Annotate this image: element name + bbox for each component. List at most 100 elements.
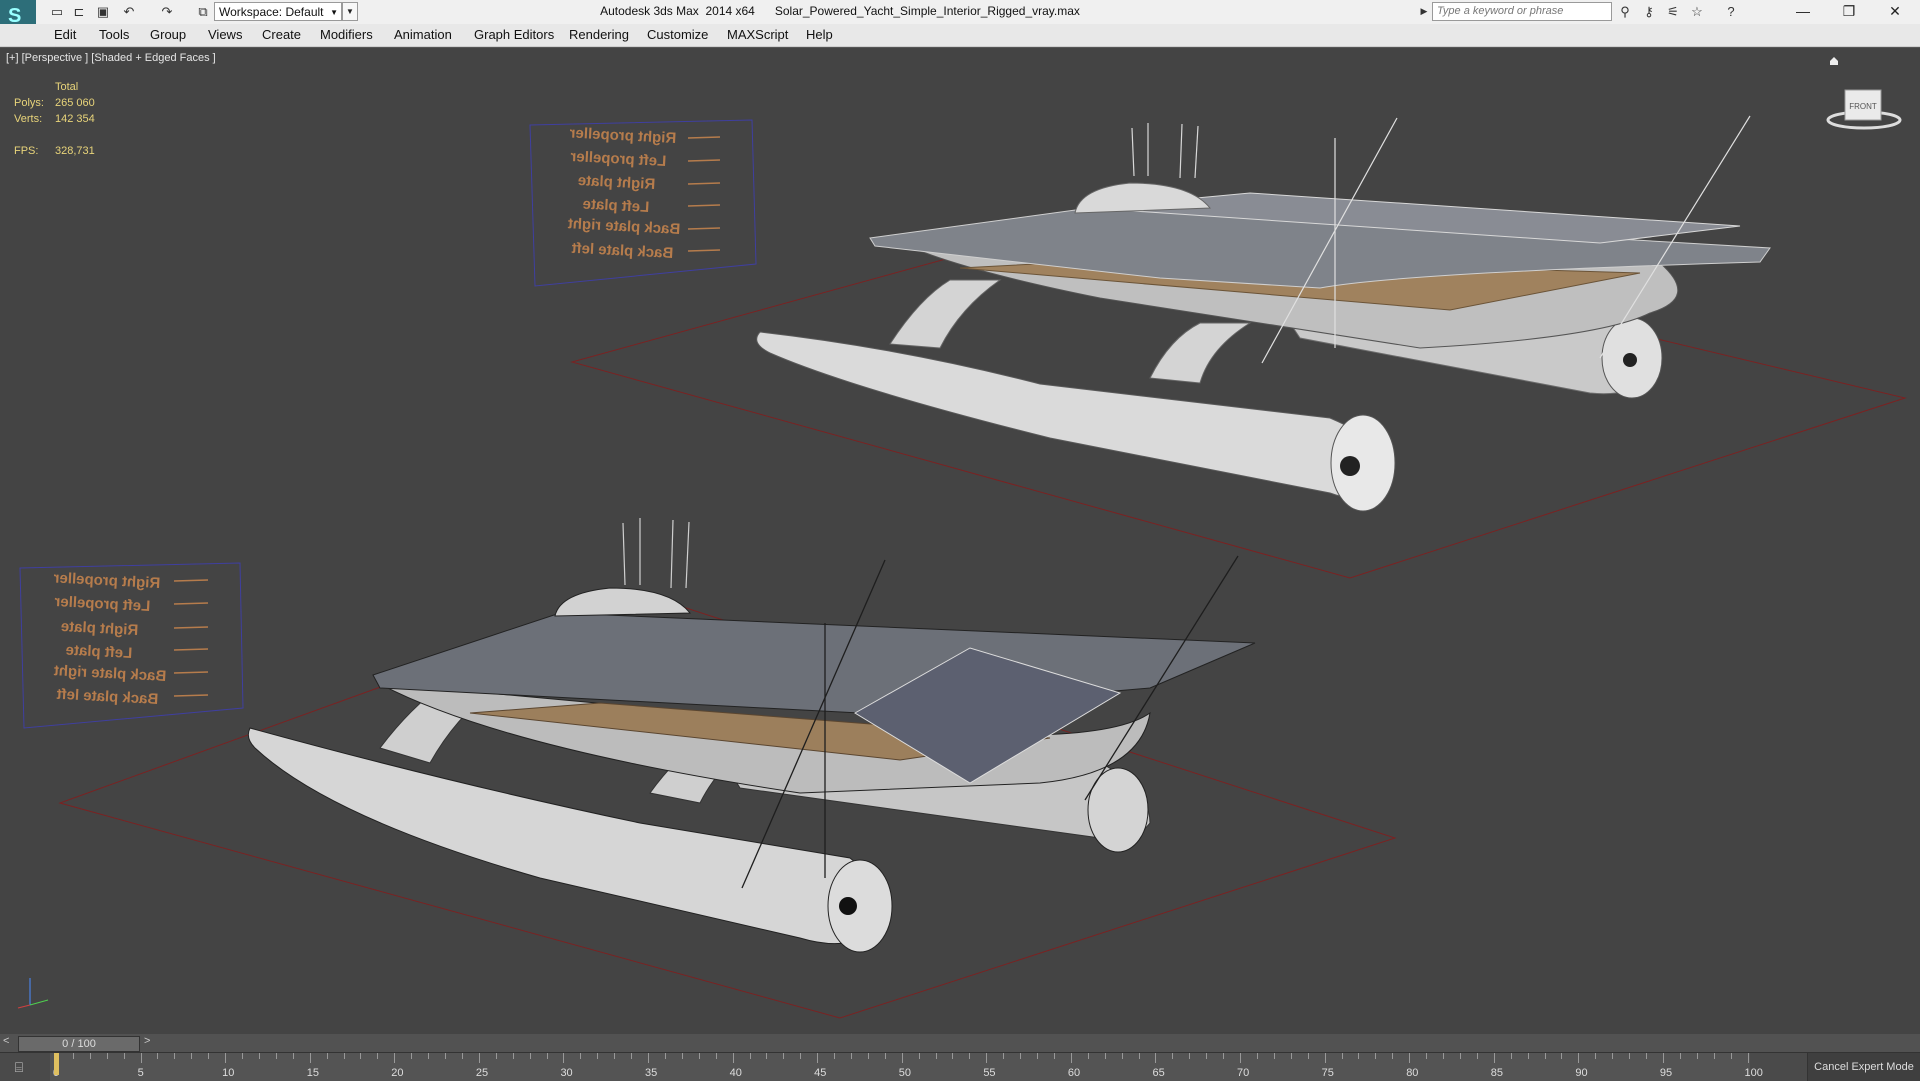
menu-help[interactable]: Help — [806, 27, 833, 42]
next-frame-button[interactable]: > — [144, 1035, 150, 1047]
search-expand-icon[interactable]: ▶ — [1418, 2, 1430, 21]
track-tick — [428, 1053, 430, 1059]
track-tick — [1375, 1053, 1377, 1059]
legend-bottom-item: Right propeller — [53, 569, 161, 592]
viewcube[interactable]: FRONT — [1826, 89, 1902, 130]
track-bar-area[interactable]: 0510152025303540455055606570758085909510… — [50, 1053, 1763, 1081]
close-button[interactable]: ✕ — [1872, 0, 1918, 23]
menu-customize[interactable]: Customize — [647, 27, 708, 42]
track-tick — [106, 1053, 108, 1059]
menu-create[interactable]: Create — [262, 27, 301, 42]
track-tick-label: 80 — [1406, 1067, 1419, 1079]
rig-legend-bottom[interactable]: Right propeller Left propeller Right pla… — [19, 562, 244, 729]
track-tick — [1629, 1053, 1631, 1059]
track-tick — [749, 1053, 751, 1059]
hull-front — [756, 331, 1392, 499]
track-tick — [1037, 1053, 1039, 1059]
antenna-masts — [622, 518, 690, 589]
track-tick — [1493, 1053, 1495, 1063]
track-tick-label: 60 — [1067, 1067, 1081, 1079]
menu-rendering[interactable]: Rendering — [569, 27, 629, 42]
yacht-model-wireframe[interactable] — [247, 518, 1256, 953]
track-tick — [1696, 1053, 1698, 1059]
track-tick — [1595, 1053, 1597, 1059]
track-tick — [1612, 1053, 1614, 1059]
track-tick — [783, 1053, 785, 1059]
track-tick — [495, 1053, 497, 1059]
track-tick — [258, 1053, 260, 1059]
perspective-viewport[interactable]: [+] [Perspective ] [Shaded + Edged Faces… — [0, 47, 1920, 1035]
legend-top-controls — [687, 136, 721, 252]
track-tick — [1713, 1053, 1715, 1059]
track-tick-label: 65 — [1152, 1067, 1165, 1079]
menu-views[interactable]: Views — [208, 27, 242, 42]
propeller-front — [839, 897, 857, 915]
track-tick — [309, 1053, 311, 1063]
track-tick — [191, 1053, 193, 1059]
scene-canvas[interactable]: Right propeller Left propeller Right pla… — [0, 48, 1920, 1035]
track-tick — [817, 1053, 819, 1063]
time-slider[interactable]: 0 / 100 — [18, 1036, 140, 1052]
current-frame-marker[interactable] — [54, 1053, 59, 1075]
track-tick — [1104, 1053, 1106, 1059]
menu-animation[interactable]: Animation — [394, 27, 452, 42]
track-tick — [411, 1053, 413, 1059]
menu-edit[interactable]: Edit — [54, 27, 76, 42]
previous-frame-button[interactable]: < — [3, 1035, 9, 1047]
track-tick-label: 10 — [222, 1067, 235, 1079]
menu-bar: Edit Tools Group Views Create Modifiers … — [0, 24, 1920, 47]
minimize-button[interactable]: — — [1780, 0, 1826, 23]
strut-front — [889, 279, 1002, 349]
mini-curve-editor-icon[interactable]: ⌸ — [8, 1059, 30, 1075]
strut-rear — [1149, 322, 1252, 384]
legend-bottom-item: Right plate — [60, 618, 138, 639]
track-tick — [1392, 1053, 1394, 1059]
legend-top-item: Left plate — [582, 196, 649, 216]
track-tick — [377, 1053, 379, 1059]
track-tick — [275, 1053, 277, 1059]
track-tick — [884, 1053, 886, 1059]
track-tick — [174, 1053, 176, 1059]
binoculars-icon[interactable]: ⚲ — [1616, 3, 1634, 21]
restore-button[interactable]: ❐ — [1826, 0, 1872, 23]
track-tick — [140, 1053, 142, 1063]
track-tick-label: 50 — [898, 1067, 911, 1079]
menu-graph-editors[interactable]: Graph Editors — [474, 27, 554, 42]
track-tick — [732, 1053, 734, 1063]
track-tick — [1206, 1053, 1208, 1059]
track-tick — [800, 1053, 802, 1059]
rig-legend-top[interactable]: Right propeller Left propeller Right pla… — [529, 119, 757, 287]
track-tick-label: 35 — [645, 1067, 658, 1079]
home-icon[interactable] — [1830, 57, 1838, 65]
app-name: Autodesk 3ds Max 2014 x64 — [600, 4, 755, 18]
menu-maxscript[interactable]: MAXScript — [727, 27, 788, 42]
track-tick — [1172, 1053, 1174, 1059]
track-tick-label: 30 — [560, 1067, 573, 1079]
star-icon[interactable]: ☆ — [1688, 3, 1706, 21]
legend-bottom-item: Back plate left — [56, 686, 158, 708]
track-tick — [72, 1053, 74, 1059]
track-tick — [681, 1053, 683, 1059]
track-tick — [1273, 1053, 1275, 1059]
key-tools-icon[interactable]: ⚷ — [1640, 3, 1658, 21]
track-tick-label: 5 — [137, 1067, 144, 1079]
track-tick — [1662, 1053, 1664, 1063]
menu-modifiers[interactable]: Modifiers — [320, 27, 373, 42]
yacht-model-shaded[interactable] — [756, 115, 1771, 512]
help-icon[interactable]: ? — [1722, 3, 1740, 21]
track-tick — [1341, 1053, 1343, 1059]
time-slider-bar: < 0 / 100 > — [0, 1034, 1920, 1052]
favorites-icon[interactable]: ⚟ — [1664, 3, 1682, 21]
track-tick — [242, 1053, 244, 1059]
track-tick — [631, 1053, 633, 1059]
cancel-expert-mode-button[interactable]: Cancel Expert Mode — [1807, 1053, 1920, 1081]
track-tick-label: 20 — [391, 1067, 404, 1079]
search-input[interactable]: Type a keyword or phrase — [1432, 2, 1612, 21]
track-tick — [394, 1053, 396, 1063]
menu-tools[interactable]: Tools — [99, 27, 129, 42]
track-tick — [1020, 1053, 1022, 1059]
track-tick-label: 40 — [729, 1067, 742, 1079]
track-tick — [952, 1053, 954, 1059]
track-tick — [1578, 1053, 1580, 1063]
menu-group[interactable]: Group — [150, 27, 186, 42]
